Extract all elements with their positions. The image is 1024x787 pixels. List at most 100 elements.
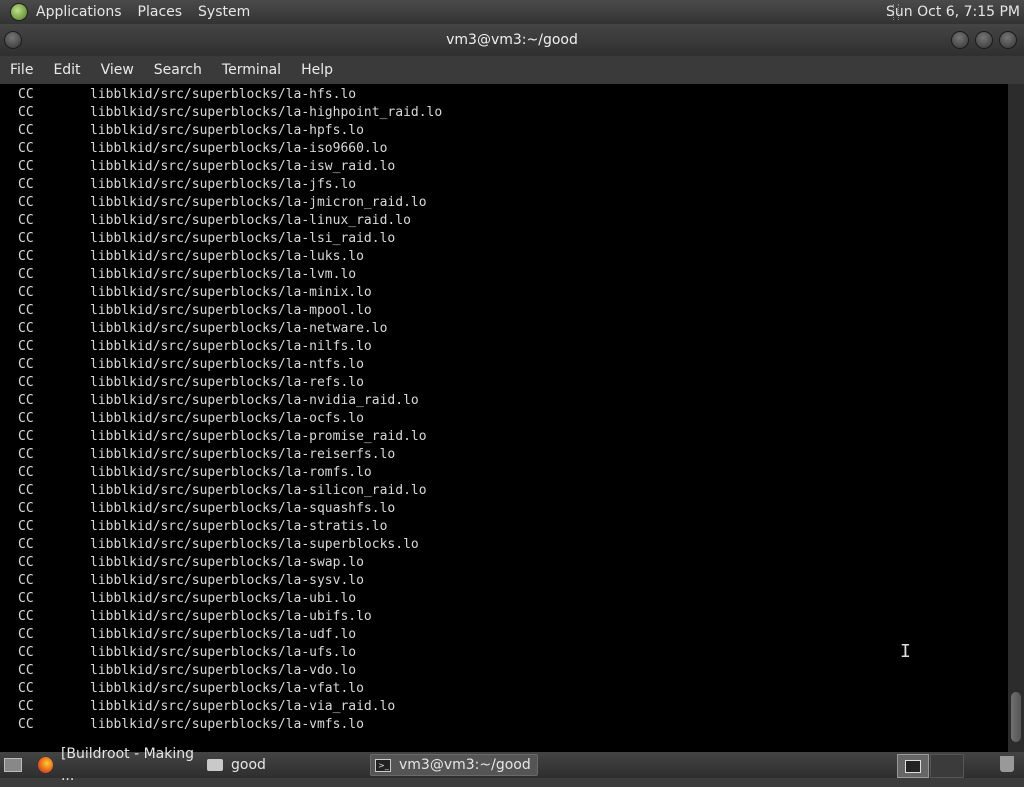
terminal-menubar: File Edit View Search Terminal Help (0, 56, 1024, 84)
compile-tag: CC (18, 339, 34, 354)
compile-tag: CC (18, 681, 34, 696)
object-path: libblkid/src/superblocks/la-jmicron_raid… (90, 195, 427, 210)
object-path: libblkid/src/superblocks/la-nvidia_raid.… (90, 393, 419, 408)
top-panel: Applications Places System Sun Oct 6, 7:… (0, 0, 1024, 24)
terminal-line: CC libblkid/src/superblocks/la-udf.lo (18, 626, 356, 644)
compile-tag: CC (18, 357, 34, 372)
terminal-line: CC libblkid/src/superblocks/la-nilfs.lo (18, 338, 372, 356)
object-path: libblkid/src/superblocks/la-jfs.lo (90, 177, 357, 192)
window-menu-button[interactable] (4, 31, 22, 49)
terminal-line: CC libblkid/src/superblocks/la-refs.lo (18, 374, 364, 392)
compile-tag: CC (18, 591, 34, 606)
object-path: libblkid/src/superblocks/la-romfs.lo (90, 465, 372, 480)
terminal-line: CC libblkid/src/superblocks/la-vfat.lo (18, 680, 364, 698)
terminal-scrollbar[interactable] (1008, 84, 1024, 752)
compile-tag: CC (18, 375, 34, 390)
task-buildroot[interactable]: [Buildroot - Making ... (38, 746, 202, 784)
compile-tag: CC (18, 213, 34, 228)
panel-clock[interactable]: Sun Oct 6, 7:15 PM (886, 0, 1020, 24)
menu-edit[interactable]: Edit (43, 56, 90, 84)
maximize-button[interactable] (975, 31, 993, 49)
applications-menu[interactable]: Applications (28, 0, 130, 24)
task-label: good (231, 757, 266, 773)
workspace-2[interactable] (930, 754, 964, 778)
menu-search[interactable]: Search (144, 56, 212, 84)
terminal-line: CC libblkid/src/superblocks/la-squashfs.l… (18, 500, 395, 518)
object-path: libblkid/src/superblocks/la-refs.lo (90, 375, 364, 390)
object-path: libblkid/src/superblocks/la-mpool.lo (90, 303, 372, 318)
compile-tag: CC (18, 285, 34, 300)
terminal-line: CC libblkid/src/superblocks/la-mpool.lo (18, 302, 372, 320)
menu-help[interactable]: Help (291, 56, 343, 84)
close-button[interactable] (999, 31, 1017, 49)
terminal-line: CC libblkid/src/superblocks/la-jfs.lo (18, 176, 356, 194)
object-path: libblkid/src/superblocks/la-promise_raid… (90, 429, 427, 444)
terminal-line: CC libblkid/src/superblocks/la-silicon_ra… (18, 482, 427, 500)
compile-tag: CC (18, 429, 34, 444)
compile-tag: CC (18, 267, 34, 282)
window-titlebar[interactable]: vm3@vm3:~/good (0, 24, 1024, 56)
object-path: libblkid/src/superblocks/la-iso9660.lo (90, 141, 388, 156)
terminal-line: CC libblkid/src/superblocks/la-hpfs.lo (18, 122, 364, 140)
compile-tag: CC (18, 177, 34, 192)
terminal-line: CC libblkid/src/superblocks/la-reiserfs.l… (18, 446, 395, 464)
terminal-line: CC libblkid/src/superblocks/la-hfs.lo (18, 86, 356, 104)
compile-tag: CC (18, 195, 34, 210)
object-path: libblkid/src/superblocks/la-hpfs.lo (90, 123, 364, 138)
task-good-folder[interactable]: good (207, 754, 367, 776)
firefox-icon (38, 757, 53, 773)
compile-tag: CC (18, 483, 34, 498)
compile-tag: CC (18, 159, 34, 174)
trash-icon[interactable] (1000, 756, 1014, 772)
scrollbar-thumb[interactable] (1011, 692, 1021, 742)
places-menu[interactable]: Places (130, 0, 191, 24)
terminal-line: CC libblkid/src/superblocks/la-nvidia_rai… (18, 392, 419, 410)
task-label: vm3@vm3:~/good (399, 757, 531, 773)
terminal-line: CC libblkid/src/superblocks/la-ocfs.lo (18, 410, 364, 428)
compile-tag: CC (18, 141, 34, 156)
compile-tag: CC (18, 699, 34, 714)
terminal-line: CC libblkid/src/superblocks/la-vdo.lo (18, 662, 356, 680)
terminal-line: CC libblkid/src/superblocks/la-isw_raid.l… (18, 158, 395, 176)
minimize-button[interactable] (951, 31, 969, 49)
compile-tag: CC (18, 465, 34, 480)
object-path: libblkid/src/superblocks/la-ubi.lo (90, 591, 357, 606)
terminal-line: CC libblkid/src/superblocks/la-lvm.lo (18, 266, 356, 284)
gnome-foot-icon[interactable] (10, 3, 28, 21)
object-path: libblkid/src/superblocks/la-linux_raid.l… (90, 213, 411, 228)
object-path: libblkid/src/superblocks/la-ocfs.lo (90, 411, 364, 426)
terminal-line: CC libblkid/src/superblocks/la-promise_ra… (18, 428, 427, 446)
compile-tag: CC (18, 519, 34, 534)
terminal-output[interactable]: I CC libblkid/src/superblocks/la-hfs.lo CC… (0, 84, 1008, 752)
compile-tag: CC (18, 663, 34, 678)
system-menu[interactable]: System (190, 0, 258, 24)
terminal-line: CC libblkid/src/superblocks/la-jmicron_ra… (18, 194, 427, 212)
compile-tag: CC (18, 249, 34, 264)
object-path: libblkid/src/superblocks/la-ntfs.lo (90, 357, 364, 372)
terminal-line: CC libblkid/src/superblocks/la-stratis.lo (18, 518, 387, 536)
show-desktop-button[interactable] (4, 754, 28, 776)
terminal-line: CC libblkid/src/superblocks/la-vmfs.lo (18, 716, 364, 734)
terminal-line: CC libblkid/src/superblocks/la-minix.lo (18, 284, 372, 302)
menu-view[interactable]: View (91, 56, 144, 84)
compile-tag: CC (18, 321, 34, 336)
compile-tag: CC (18, 87, 34, 102)
object-path: libblkid/src/superblocks/la-via_raid.lo (90, 699, 396, 714)
object-path: libblkid/src/superblocks/la-stratis.lo (90, 519, 388, 534)
object-path: libblkid/src/superblocks/la-lvm.lo (90, 267, 357, 282)
terminal-line: CC libblkid/src/superblocks/la-ufs.lo (18, 644, 356, 662)
object-path: libblkid/src/superblocks/la-minix.lo (90, 285, 372, 300)
object-path: libblkid/src/superblocks/la-netware.lo (90, 321, 388, 336)
terminal-line: CC libblkid/src/superblocks/la-linux_raid… (18, 212, 411, 230)
window-title: vm3@vm3:~/good (446, 32, 578, 48)
object-path: libblkid/src/superblocks/la-vdo.lo (90, 663, 357, 678)
menu-terminal[interactable]: Terminal (212, 56, 291, 84)
object-path: libblkid/src/superblocks/la-reiserfs.lo (90, 447, 396, 462)
object-path: libblkid/src/superblocks/la-ubifs.lo (90, 609, 372, 624)
task-label: [Buildroot - Making ... (60, 746, 194, 784)
terminal-line: CC libblkid/src/superblocks/la-swap.lo (18, 554, 364, 572)
workspace-1[interactable] (897, 754, 929, 778)
menu-file[interactable]: File (0, 56, 43, 84)
task-terminal[interactable]: >_ vm3@vm3:~/good (370, 754, 538, 776)
object-path: libblkid/src/superblocks/la-superblocks.… (90, 537, 419, 552)
